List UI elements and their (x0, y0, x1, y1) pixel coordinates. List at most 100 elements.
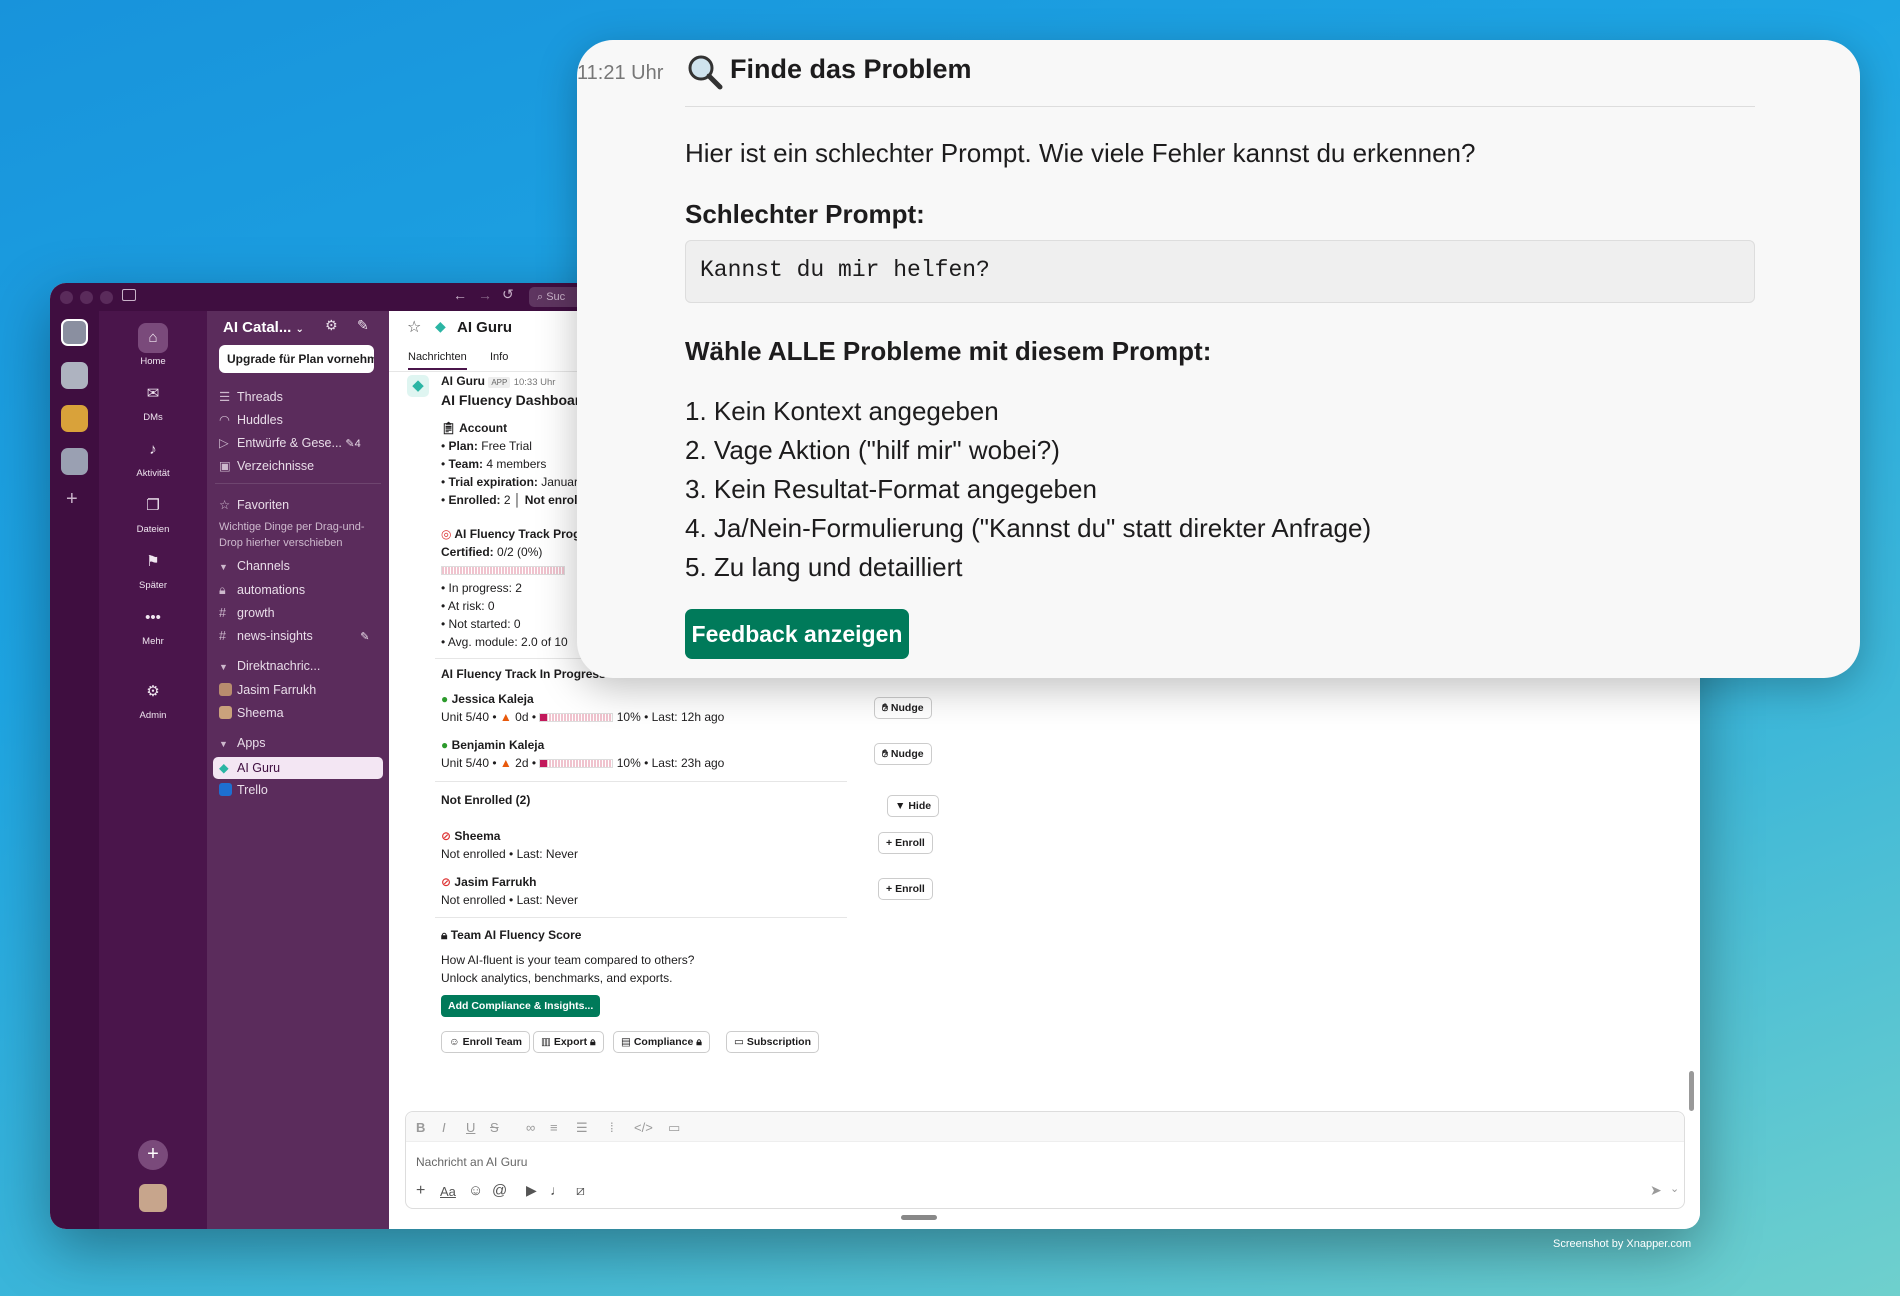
sidebar-favorites[interactable]: ☆ Favoriten (219, 497, 289, 512)
tab-info[interactable]: Info (490, 351, 508, 363)
sidebar-item-ai-guru[interactable]: ◆ AI Guru (213, 757, 383, 779)
resize-handle[interactable] (901, 1215, 937, 1220)
minimize-dot[interactable] (80, 291, 93, 304)
workspace-switcher: + (50, 311, 99, 1229)
star-icon: ☆ (219, 498, 231, 512)
learner-pct: 10% • Last: 23h ago (616, 756, 725, 770)
compose-icon[interactable]: ✎ (357, 317, 369, 334)
hide-button[interactable]: ▼ Hide (887, 795, 940, 817)
subscription-button[interactable]: ▭ Subscription (726, 1031, 820, 1053)
avatar[interactable] (139, 1184, 167, 1212)
bookmark-icon: ⚑ (146, 553, 160, 570)
video-icon[interactable]: ▶ (526, 1182, 537, 1199)
message-input[interactable]: Nachricht an AI Guru (416, 1155, 527, 1169)
rail-later[interactable]: ⚑ Später (99, 547, 207, 591)
tab-messages[interactable]: Nachrichten (408, 351, 467, 370)
workspace-icon-3[interactable] (61, 405, 88, 432)
rail-activity[interactable]: ♪ Aktivität (99, 435, 207, 479)
add-compliance-button[interactable]: Add Compliance & Insights... (441, 995, 601, 1017)
formatting-toolbar: B I U S ∞ ≡ ☰ ⁞ </> ▭ (406, 1112, 1684, 1142)
sidebar-apps-header[interactable]: ▼ Apps (219, 736, 266, 750)
star-icon[interactable]: ☆ (407, 317, 421, 337)
sidebar-item-huddles[interactable]: ◠ Huddles (219, 412, 283, 427)
rail-dms[interactable]: ✉ DMs (99, 379, 207, 423)
option-item[interactable]: 1. Kein Kontext angegeben (685, 396, 999, 427)
bullet-list-icon[interactable]: ☰ (576, 1120, 588, 1136)
lock-icon: 🔒︎ (441, 928, 451, 942)
message-time[interactable]: 10:33 Uhr (514, 377, 556, 388)
scrollbar[interactable] (1689, 1071, 1694, 1111)
sidebar-channels-header[interactable]: ▼ Channels (219, 559, 290, 573)
sidebar-toggle-icon[interactable] (122, 289, 136, 301)
team-line: • Team: 4 members (441, 457, 547, 471)
sidebar-item-dm[interactable]: Jasim Farrukh (219, 683, 316, 697)
avatar (219, 683, 237, 697)
upgrade-button[interactable]: Upgrade für Plan vornehmen (219, 345, 374, 373)
code-icon[interactable]: </> (634, 1120, 653, 1135)
rail-more[interactable]: ••• Mehr (99, 603, 207, 647)
enroll-button[interactable]: + Enroll (878, 878, 933, 900)
export-button[interactable]: ▥ Export 🔒︎ (533, 1031, 604, 1053)
strikethrough-icon[interactable]: S (490, 1120, 499, 1135)
sidebar-item-threads[interactable]: ☰ Threads (219, 389, 283, 404)
sidebar-dms-header[interactable]: ▼ Direktnachric... (219, 659, 320, 673)
sidebar-item-directories[interactable]: ▣ Verzeichnisse (219, 458, 314, 473)
microphone-icon[interactable]: ♩ (550, 1182, 564, 1198)
nudge-button[interactable]: ✋︎ Nudge (874, 697, 932, 719)
feedback-button[interactable]: Feedback anzeigen (685, 609, 909, 659)
sidebar-item-channel[interactable]: 🔒︎ automations (219, 583, 305, 598)
sidebar-item-trello[interactable]: Trello (219, 783, 268, 797)
not-enrolled-title: Not Enrolled (2) (441, 793, 531, 807)
in-progress-title: AI Fluency Track In Progress (441, 667, 606, 681)
option-item[interactable]: 2. Vage Aktion ("hilf mir" wobei?) (685, 435, 1060, 466)
threads-icon: ☰ (219, 390, 231, 404)
option-item[interactable]: 3. Kein Resultat-Format angegeben (685, 474, 1097, 505)
prohibited-icon: ⊘ (441, 829, 452, 843)
green-circle-icon: ● (441, 738, 449, 752)
chevron-down-icon[interactable]: ⌄ (1670, 1182, 1679, 1195)
plus-icon[interactable]: + (416, 1182, 425, 1200)
compliance-button[interactable]: ▤ Compliance 🔒︎ (613, 1031, 710, 1053)
add-icon[interactable]: + (138, 1140, 168, 1170)
bold-icon[interactable]: B (416, 1120, 425, 1135)
underline-icon[interactable]: U (466, 1120, 475, 1135)
send-icon[interactable]: ➤ (1650, 1182, 1662, 1199)
close-dot[interactable] (60, 291, 73, 304)
enroll-button[interactable]: + Enroll (878, 832, 933, 854)
rail-files[interactable]: ❐ Dateien (99, 491, 207, 535)
rail-admin[interactable]: ⚙ Admin (99, 677, 207, 721)
nudge-button[interactable]: ✋︎ Nudge (874, 743, 932, 765)
workspace-name[interactable]: AI Catal... ⌄ (223, 319, 304, 336)
sender-name[interactable]: AI Guru (441, 374, 485, 388)
sidebar-item-channel[interactable]: # growth (219, 606, 275, 620)
emoji-icon[interactable]: ☺ (468, 1182, 483, 1199)
code-block-icon[interactable]: ▭ (668, 1120, 680, 1136)
enroll-team-button[interactable]: ☺ Enroll Team (441, 1031, 530, 1053)
add-workspace-icon[interactable]: + (66, 488, 78, 511)
mention-icon[interactable]: @ (492, 1182, 507, 1199)
sidebar-item-drafts[interactable]: ▷ Entwürfe & Gese... ✎4 (219, 435, 361, 450)
workspace-icon-1[interactable] (61, 319, 88, 346)
sidebar-item-channel[interactable]: # news-insights ✎ (219, 629, 369, 643)
workspace-icon-2[interactable] (61, 362, 88, 389)
sidebar-item-dm[interactable]: Sheema (219, 706, 284, 720)
shortcut-icon[interactable]: ⧄ (576, 1182, 585, 1199)
forward-arrow-icon[interactable]: → (478, 287, 492, 303)
zoom-dot[interactable] (100, 291, 113, 304)
italic-icon[interactable]: I (442, 1120, 446, 1135)
blockquote-icon[interactable]: ⁞ (610, 1120, 614, 1135)
link-icon[interactable]: ∞ (526, 1120, 535, 1135)
bell-icon: ♪ (149, 441, 157, 458)
chart-icon: ▥ (541, 1036, 554, 1048)
back-arrow-icon[interactable]: ← (453, 287, 467, 303)
workspace-icon-4[interactable] (61, 448, 88, 475)
option-item[interactable]: 4. Ja/Nein-Formulierung ("Kannst du" sta… (685, 513, 1371, 544)
ordered-list-icon[interactable]: ≡ (550, 1120, 558, 1135)
directory-icon: ▣ (219, 459, 231, 473)
composer[interactable]: B I U S ∞ ≡ ☰ ⁞ </> ▭ Nachricht an AI Gu… (405, 1111, 1685, 1209)
rail-home[interactable]: ⌂ Home (99, 323, 207, 367)
formatting-icon[interactable]: Aa (440, 1184, 456, 1199)
settings-icon[interactable]: ⚙ (325, 317, 338, 334)
option-item[interactable]: 5. Zu lang und detailliert (685, 552, 963, 583)
history-icon[interactable]: ↺ (502, 286, 514, 303)
